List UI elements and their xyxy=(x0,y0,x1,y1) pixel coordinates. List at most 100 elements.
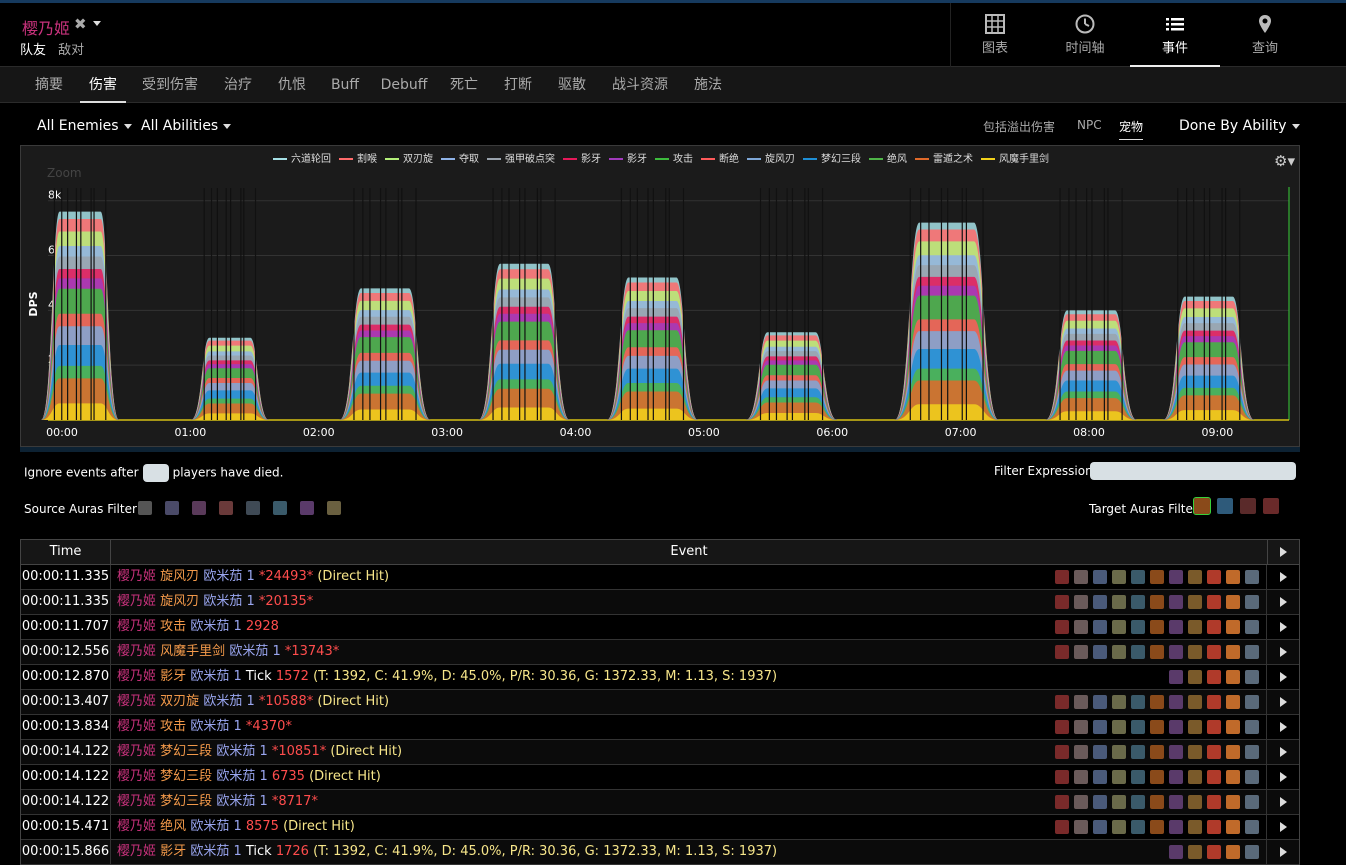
buff-icon[interactable] xyxy=(1207,595,1221,609)
buff-icon[interactable] xyxy=(1169,595,1183,609)
buff-icon[interactable] xyxy=(1207,770,1221,784)
npc-toggle[interactable]: NPC xyxy=(1077,118,1102,132)
buff-icon[interactable] xyxy=(1150,770,1164,784)
buff-icon[interactable] xyxy=(1245,745,1259,759)
buff-icon[interactable] xyxy=(1188,670,1202,684)
source-aura-icon[interactable] xyxy=(165,500,179,515)
tab-damage-done[interactable]: 伤害 xyxy=(80,67,126,103)
buff-icon[interactable] xyxy=(1150,595,1164,609)
expand-row-arrow-icon[interactable] xyxy=(1280,847,1287,857)
tab-debuffs[interactable]: Debuff xyxy=(376,67,432,103)
buff-icon[interactable] xyxy=(1226,820,1240,834)
table-row[interactable]: 00:00:13.834 樱乃姬 攻击 欧米茄 1 *4370* xyxy=(21,715,1299,740)
source-aura-icon[interactable] xyxy=(300,500,314,515)
buff-icon[interactable] xyxy=(1188,820,1202,834)
expand-row-arrow-icon[interactable] xyxy=(1280,647,1287,657)
buff-icon[interactable] xyxy=(1245,845,1259,859)
buff-icon[interactable] xyxy=(1226,695,1240,709)
buff-icon[interactable] xyxy=(1245,795,1259,809)
expand-row-arrow-icon[interactable] xyxy=(1280,822,1287,832)
buff-icon[interactable] xyxy=(1112,645,1126,659)
tab-threat[interactable]: 仇恨 xyxy=(268,67,316,103)
tab-resources[interactable]: 战斗资源 xyxy=(606,67,674,103)
buff-icon[interactable] xyxy=(1093,695,1107,709)
buff-icon[interactable] xyxy=(1226,770,1240,784)
buff-icon[interactable] xyxy=(1169,820,1183,834)
buff-icon[interactable] xyxy=(1188,770,1202,784)
buff-icon[interactable] xyxy=(1112,695,1126,709)
buff-icon[interactable] xyxy=(1245,645,1259,659)
tab-healing[interactable]: 治疗 xyxy=(214,67,262,103)
buff-icon[interactable] xyxy=(1131,595,1145,609)
buff-icon[interactable] xyxy=(1093,745,1107,759)
buff-icon[interactable] xyxy=(1188,620,1202,634)
buff-icon[interactable] xyxy=(1188,595,1202,609)
buff-icon[interactable] xyxy=(1150,570,1164,584)
buff-icon[interactable] xyxy=(1074,645,1088,659)
buff-icon[interactable] xyxy=(1074,620,1088,634)
buff-icon[interactable] xyxy=(1150,795,1164,809)
buff-icon[interactable] xyxy=(1245,595,1259,609)
table-row[interactable]: 00:00:12.556 樱乃姬 风魔手里剑 欧米茄 1 *13743* xyxy=(21,640,1299,665)
buff-icon[interactable] xyxy=(1207,795,1221,809)
buff-icon[interactable] xyxy=(1226,570,1240,584)
buff-icon[interactable] xyxy=(1055,820,1069,834)
expand-row-arrow-icon[interactable] xyxy=(1280,697,1287,707)
chart-scroll-bar[interactable] xyxy=(20,447,1300,452)
tab-damage-taken[interactable]: 受到伤害 xyxy=(136,67,204,103)
buff-icon[interactable] xyxy=(1055,570,1069,584)
buff-icon[interactable] xyxy=(1245,720,1259,734)
tab-casts[interactable]: 施法 xyxy=(684,67,732,103)
buff-icon[interactable] xyxy=(1245,820,1259,834)
buff-icon[interactable] xyxy=(1207,695,1221,709)
close-icon[interactable]: ✖ xyxy=(74,15,87,33)
buff-icon[interactable] xyxy=(1169,770,1183,784)
table-row[interactable]: 00:00:11.335 樱乃姬 旋风刃 欧米茄 1 *24493* (Direc… xyxy=(21,565,1299,590)
hostile-link[interactable]: 敌对 xyxy=(58,43,84,58)
buff-icon[interactable] xyxy=(1207,645,1221,659)
buff-icon[interactable] xyxy=(1131,795,1145,809)
buff-icon[interactable] xyxy=(1112,570,1126,584)
buff-icon[interactable] xyxy=(1150,695,1164,709)
buff-icon[interactable] xyxy=(1226,595,1240,609)
table-row[interactable]: 00:00:11.335 樱乃姬 旋风刃 欧米茄 1 *20135* xyxy=(21,590,1299,615)
buff-icon[interactable] xyxy=(1188,720,1202,734)
buff-icon[interactable] xyxy=(1131,620,1145,634)
buff-icon[interactable] xyxy=(1055,695,1069,709)
buff-icon[interactable] xyxy=(1188,645,1202,659)
buff-icon[interactable] xyxy=(1093,620,1107,634)
buff-icon[interactable] xyxy=(1074,720,1088,734)
time-column-header[interactable]: Time xyxy=(21,540,111,564)
buff-icon[interactable] xyxy=(1226,670,1240,684)
buff-icon[interactable] xyxy=(1226,795,1240,809)
buff-icon[interactable] xyxy=(1093,770,1107,784)
buff-icon[interactable] xyxy=(1169,570,1183,584)
expand-row-arrow-icon[interactable] xyxy=(1280,672,1287,682)
buff-icon[interactable] xyxy=(1207,570,1221,584)
table-row[interactable]: 00:00:14.122 樱乃姬 梦幻三段 欧米茄 1 6735 (Direct … xyxy=(21,765,1299,790)
buff-icon[interactable] xyxy=(1188,745,1202,759)
view-tab-query[interactable]: 查询 xyxy=(1220,3,1310,67)
expand-row-arrow-icon[interactable] xyxy=(1280,622,1287,632)
buff-icon[interactable] xyxy=(1131,770,1145,784)
buff-icon[interactable] xyxy=(1226,845,1240,859)
buff-icon[interactable] xyxy=(1074,595,1088,609)
source-aura-icon[interactable] xyxy=(327,500,341,515)
buff-icon[interactable] xyxy=(1112,770,1126,784)
buff-icon[interactable] xyxy=(1093,595,1107,609)
buff-icon[interactable] xyxy=(1150,745,1164,759)
buff-icon[interactable] xyxy=(1074,770,1088,784)
chart-settings-gear-icon[interactable]: ⚙▾ xyxy=(1274,152,1295,170)
source-aura-icon[interactable] xyxy=(219,500,233,515)
buff-icon[interactable] xyxy=(1074,695,1088,709)
tab-buffs[interactable]: Buff xyxy=(324,67,366,103)
buff-icon[interactable] xyxy=(1112,595,1126,609)
buff-icon[interactable] xyxy=(1245,695,1259,709)
zoom-label[interactable]: Zoom xyxy=(47,166,82,180)
target-aura-icon[interactable] xyxy=(1240,498,1256,514)
buff-icon[interactable] xyxy=(1226,720,1240,734)
table-row[interactable]: 00:00:15.866 樱乃姬 影牙 欧米茄 1 Tick 1726 (T: 1… xyxy=(21,840,1299,865)
target-aura-icon[interactable] xyxy=(1217,498,1233,514)
player-name[interactable]: 樱乃姬 xyxy=(22,15,70,39)
buff-icon[interactable] xyxy=(1188,795,1202,809)
